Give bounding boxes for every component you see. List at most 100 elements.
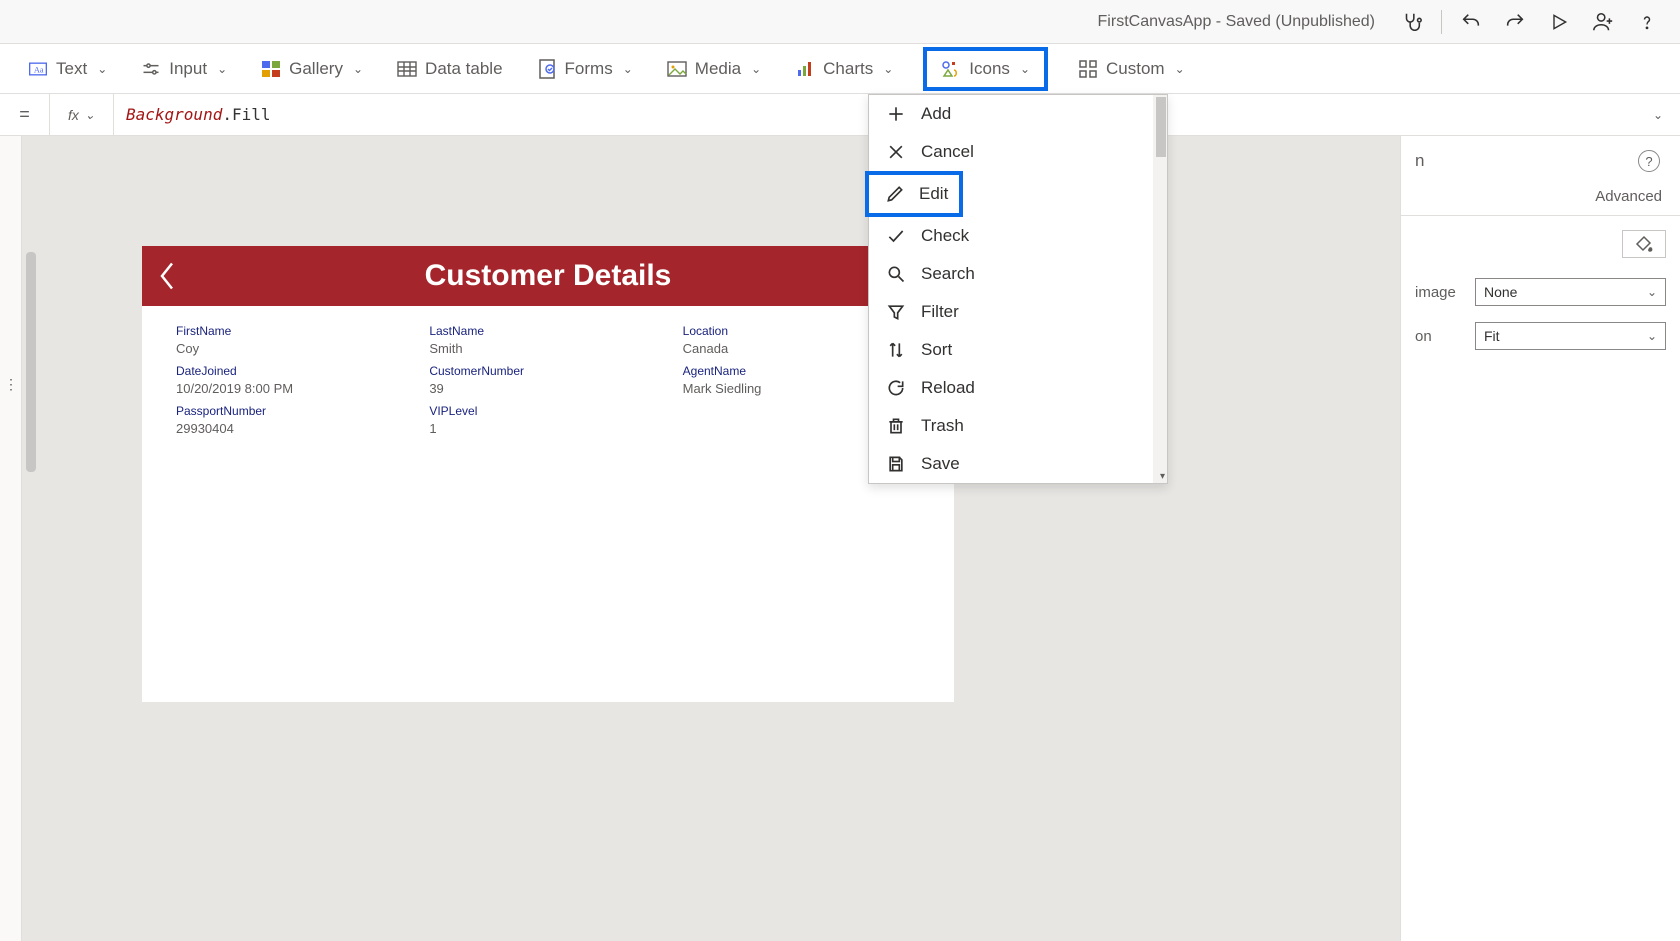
trash-icon bbox=[885, 416, 907, 436]
chevron-down-icon: ⌄ bbox=[217, 62, 227, 76]
icon-option-label: Edit bbox=[919, 184, 948, 204]
play-icon[interactable] bbox=[1538, 4, 1580, 40]
title-actions bbox=[1391, 4, 1668, 40]
icon-option-check[interactable]: Check bbox=[869, 217, 1167, 255]
insert-ribbon: Aa Text ⌄ Input ⌄ Gallery ⌄ Data table F… bbox=[0, 44, 1680, 94]
image-value: None bbox=[1484, 284, 1517, 300]
chart-icon bbox=[795, 59, 815, 79]
undo-icon[interactable] bbox=[1450, 4, 1492, 40]
position-value: Fit bbox=[1484, 328, 1500, 344]
field-card: DateJoined10/20/2019 8:00 PM bbox=[176, 364, 413, 396]
icon-option-trash[interactable]: Trash bbox=[869, 407, 1167, 445]
ribbon-forms-label: Forms bbox=[565, 59, 613, 79]
ribbon-gallery[interactable]: Gallery ⌄ bbox=[257, 53, 367, 85]
fx-label: fx bbox=[68, 107, 79, 123]
back-icon[interactable] bbox=[158, 261, 176, 291]
field-label: PassportNumber bbox=[176, 404, 413, 418]
formula-identifier: Background bbox=[126, 105, 222, 124]
icon-option-search[interactable]: Search bbox=[869, 255, 1167, 293]
screen-title: Customer Details bbox=[142, 259, 954, 293]
canvas-area[interactable]: Customer Details FirstNameCoy LastNameSmi… bbox=[22, 136, 1400, 941]
text-icon: Aa bbox=[28, 59, 48, 79]
field-value: 10/20/2019 8:00 PM bbox=[176, 381, 413, 396]
icon-option-save[interactable]: Save bbox=[869, 445, 1167, 483]
search-icon bbox=[885, 264, 907, 284]
ribbon-charts[interactable]: Charts ⌄ bbox=[791, 53, 897, 85]
stethoscope-icon[interactable] bbox=[1391, 4, 1433, 40]
chevron-down-icon: ⌄ bbox=[1020, 62, 1030, 76]
icon-option-label: Search bbox=[921, 264, 975, 284]
ribbon-media-label: Media bbox=[695, 59, 741, 79]
canvas-scrollbar[interactable] bbox=[26, 252, 36, 472]
ribbon-text[interactable]: Aa Text ⌄ bbox=[24, 53, 111, 85]
formula-expand[interactable]: ⌄ bbox=[1636, 94, 1680, 135]
field-value: Smith bbox=[429, 341, 666, 356]
scrollbar-thumb[interactable] bbox=[1156, 97, 1166, 157]
field-label: FirstName bbox=[176, 324, 413, 338]
image-icon bbox=[667, 59, 687, 79]
icon-option-label: Save bbox=[921, 454, 960, 474]
grid-icon bbox=[1078, 59, 1098, 79]
panel-heading: n bbox=[1415, 151, 1424, 171]
shapes-icon bbox=[941, 59, 961, 79]
icon-option-add[interactable]: Add bbox=[869, 95, 1167, 133]
person-icon[interactable] bbox=[1582, 4, 1624, 40]
help-icon[interactable] bbox=[1626, 4, 1668, 40]
left-rail[interactable]: ⋮⋮ bbox=[0, 136, 22, 941]
ribbon-input[interactable]: Input ⌄ bbox=[137, 53, 231, 85]
chevron-down-icon: ⌄ bbox=[1647, 285, 1657, 299]
table-icon bbox=[397, 59, 417, 79]
main-area: ⋮⋮ Customer Details FirstNameCoy LastName… bbox=[0, 136, 1680, 941]
field-card: LastNameSmith bbox=[429, 324, 666, 356]
save-icon bbox=[885, 454, 907, 474]
help-icon[interactable]: ? bbox=[1638, 150, 1660, 172]
field-card: FirstNameCoy bbox=[176, 324, 413, 356]
title-bar: FirstCanvasApp - Saved (Unpublished) bbox=[0, 0, 1680, 44]
svg-text:Aa: Aa bbox=[34, 65, 44, 74]
properties-panel: n ? Advanced image None ⌄ on Fit ⌄ bbox=[1400, 136, 1680, 941]
icon-option-label: Cancel bbox=[921, 142, 974, 162]
icons-dropdown: ▾ Add Cancel Edit Check Search Filter Sort Relo… bbox=[868, 94, 1168, 484]
icon-option-reload[interactable]: Reload bbox=[869, 369, 1167, 407]
ribbon-icons-label: Icons bbox=[969, 59, 1010, 79]
form-icon bbox=[537, 59, 557, 79]
ribbon-text-label: Text bbox=[56, 59, 87, 79]
details-form: FirstNameCoyLastNameSmithLocationCanadaD… bbox=[142, 306, 954, 454]
x-icon bbox=[885, 142, 907, 162]
gallery-icon bbox=[261, 59, 281, 79]
icon-option-label: Trash bbox=[921, 416, 964, 436]
icon-option-edit[interactable]: Edit bbox=[865, 171, 963, 217]
tab-advanced[interactable]: Advanced bbox=[1577, 178, 1680, 215]
dropdown-scrollbar[interactable]: ▾ bbox=[1153, 95, 1167, 483]
icon-option-label: Sort bbox=[921, 340, 952, 360]
fill-color-button[interactable] bbox=[1622, 230, 1666, 258]
field-card: VIPLevel1 bbox=[429, 404, 666, 436]
ribbon-input-label: Input bbox=[169, 59, 207, 79]
scroll-down-icon[interactable]: ▾ bbox=[1160, 471, 1165, 482]
formula-property-selector[interactable]: = bbox=[0, 94, 50, 135]
image-select[interactable]: None ⌄ bbox=[1475, 278, 1666, 306]
field-card: CustomerNumber39 bbox=[429, 364, 666, 396]
sort-icon bbox=[885, 340, 907, 360]
reload-icon bbox=[885, 378, 907, 398]
icon-option-cancel[interactable]: Cancel bbox=[869, 133, 1167, 171]
ribbon-icons[interactable]: Icons ⌄ bbox=[923, 47, 1048, 91]
icon-option-filter[interactable]: Filter bbox=[869, 293, 1167, 331]
ribbon-media[interactable]: Media ⌄ bbox=[663, 53, 765, 85]
position-select[interactable]: Fit ⌄ bbox=[1475, 322, 1666, 350]
ribbon-gallery-label: Gallery bbox=[289, 59, 343, 79]
chevron-down-icon: ⌄ bbox=[85, 108, 95, 122]
ribbon-forms[interactable]: Forms ⌄ bbox=[533, 53, 637, 85]
fx-button[interactable]: fx ⌄ bbox=[50, 94, 114, 135]
chevron-down-icon: ⌄ bbox=[623, 62, 633, 76]
chevron-down-icon: ⌄ bbox=[1175, 62, 1185, 76]
redo-icon[interactable] bbox=[1494, 4, 1536, 40]
field-value: 29930404 bbox=[176, 421, 413, 436]
ribbon-custom[interactable]: Custom ⌄ bbox=[1074, 53, 1189, 85]
icon-option-label: Add bbox=[921, 104, 951, 124]
ribbon-datatable[interactable]: Data table bbox=[393, 53, 507, 85]
icon-option-sort[interactable]: Sort bbox=[869, 331, 1167, 369]
ribbon-datatable-label: Data table bbox=[425, 59, 503, 79]
chevron-down-icon: ⌄ bbox=[1647, 329, 1657, 343]
field-value: 1 bbox=[429, 421, 666, 436]
